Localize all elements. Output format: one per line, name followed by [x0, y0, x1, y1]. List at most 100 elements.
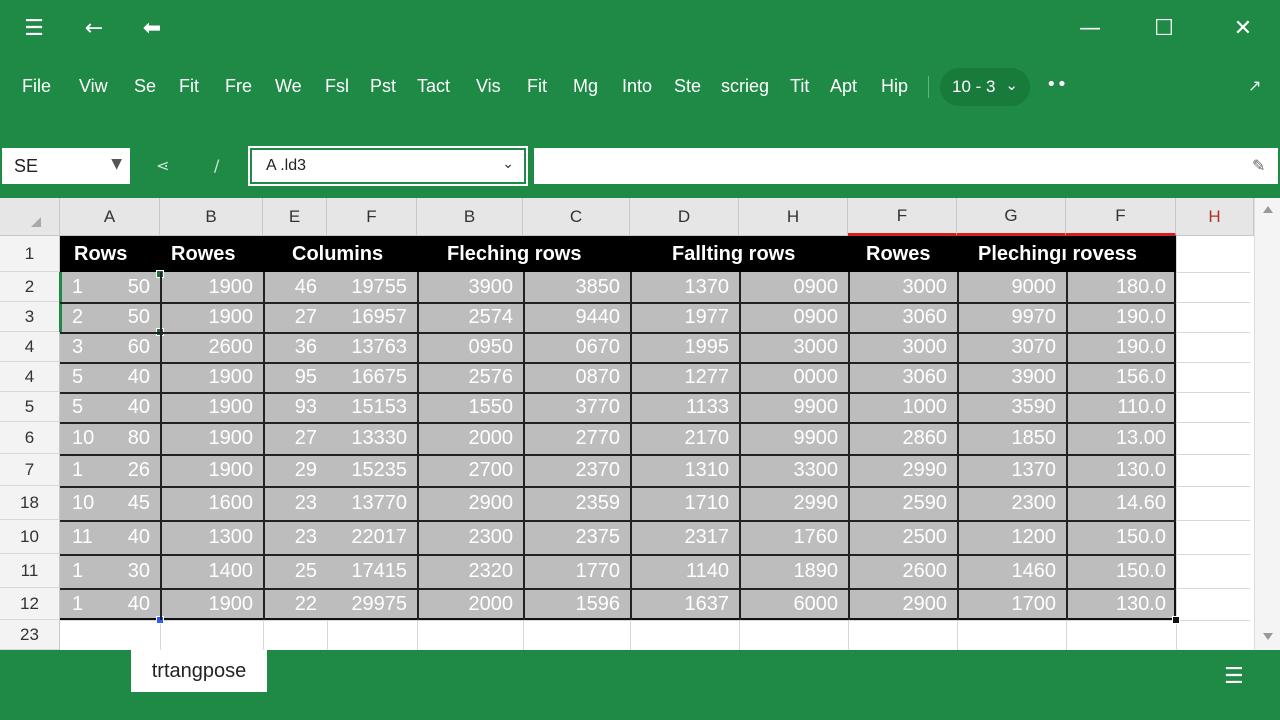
back-arrow-bold-icon[interactable]: ⬅	[136, 12, 168, 44]
table-cell[interactable]: 2600	[160, 332, 263, 362]
table-cell[interactable]: 2370	[523, 454, 630, 486]
table-cell[interactable]: 0000	[739, 362, 848, 392]
menu-item-view[interactable]: Viw	[79, 76, 108, 97]
table-cell[interactable]: 2700	[417, 454, 523, 486]
menu-item-into[interactable]: Into	[622, 76, 652, 97]
table-cell[interactable]: 3770	[523, 392, 630, 422]
table-cell[interactable]: 16675	[327, 362, 417, 392]
table-cell[interactable]: 3060	[848, 302, 957, 332]
table-cell[interactable]: 2590	[848, 486, 957, 520]
table-cell[interactable]: 14.60	[1066, 486, 1176, 520]
table-header-cell[interactable]: Columins	[292, 236, 383, 272]
back-arrow-icon[interactable]: ←	[78, 12, 110, 44]
zoom-dropdown[interactable]: 10 - 3 ⌄	[940, 68, 1030, 106]
table-cell[interactable]: 10	[60, 422, 100, 454]
table-cell[interactable]: 1637	[630, 588, 739, 620]
table-cell[interactable]: 3850	[523, 272, 630, 302]
menu-item-we[interactable]: We	[275, 76, 302, 97]
select-all-corner[interactable]	[0, 198, 60, 236]
row-header[interactable]: 5	[0, 392, 60, 422]
range-corner-handle[interactable]	[1172, 616, 1180, 624]
minimize-icon[interactable]: —	[1074, 12, 1106, 44]
table-cell[interactable]: 80	[100, 422, 160, 454]
table-cell[interactable]: 9000	[957, 272, 1066, 302]
menu-item-fit-2[interactable]: Fit	[527, 76, 547, 97]
table-cell[interactable]: 9900	[739, 392, 848, 422]
table-cell[interactable]: 1370	[957, 454, 1066, 486]
table-cell[interactable]: 95	[263, 362, 327, 392]
menu-item-ste[interactable]: Ste	[674, 76, 701, 97]
table-cell[interactable]: 1900	[160, 362, 263, 392]
table-cell[interactable]: 2990	[848, 454, 957, 486]
table-cell[interactable]: 10	[60, 486, 100, 520]
menu-item-scrieg[interactable]: scrieg	[721, 76, 769, 97]
row-header[interactable]: 4	[0, 362, 60, 392]
table-cell[interactable]: 3000	[739, 332, 848, 362]
table-cell[interactable]: 1460	[957, 554, 1066, 588]
share-icon[interactable]: ⋖	[156, 156, 169, 175]
column-header[interactable]: F	[327, 198, 417, 236]
menu-item-apt[interactable]: Apt	[830, 76, 857, 97]
table-cell[interactable]: 1995	[630, 332, 739, 362]
row-header[interactable]: 7	[0, 454, 60, 486]
table-cell[interactable]: 19755	[327, 272, 417, 302]
table-cell[interactable]: 1977	[630, 302, 739, 332]
table-cell[interactable]: 1400	[160, 554, 263, 588]
table-cell[interactable]: 2170	[630, 422, 739, 454]
table-cell[interactable]: 40	[100, 362, 160, 392]
table-cell[interactable]: 1	[60, 272, 100, 302]
table-cell[interactable]: 2900	[848, 588, 957, 620]
scroll-up-icon[interactable]	[1263, 206, 1273, 213]
row-header[interactable]: 10	[0, 520, 60, 554]
table-cell[interactable]: 1596	[523, 588, 630, 620]
table-cell[interactable]: 3060	[848, 362, 957, 392]
table-header-cell[interactable]: Fleching rows	[447, 236, 581, 272]
table-cell[interactable]: 150.0	[1066, 520, 1176, 554]
table-cell[interactable]: 16957	[327, 302, 417, 332]
table-cell[interactable]: 13.00	[1066, 422, 1176, 454]
table-cell[interactable]: 3900	[957, 362, 1066, 392]
table-cell[interactable]: 26	[100, 454, 160, 486]
table-header-cell[interactable]: Fallting rows	[672, 236, 795, 272]
table-cell[interactable]: 180.0	[1066, 272, 1176, 302]
table-cell[interactable]: 3900	[417, 272, 523, 302]
table-cell[interactable]: 1	[60, 454, 100, 486]
column-header[interactable]: H	[739, 198, 848, 236]
sheet-tab[interactable]: trtangpose	[131, 650, 267, 692]
maximize-icon[interactable]: ☐	[1148, 12, 1180, 44]
table-cell[interactable]: 130.0	[1066, 588, 1176, 620]
table-cell[interactable]: 15153	[327, 392, 417, 422]
vertical-scrollbar[interactable]	[1254, 198, 1280, 650]
table-cell[interactable]: 13770	[327, 486, 417, 520]
table-cell[interactable]: 0870	[523, 362, 630, 392]
table-cell[interactable]: 1770	[523, 554, 630, 588]
table-cell[interactable]: 156.0	[1066, 362, 1176, 392]
table-cell[interactable]: 3070	[957, 332, 1066, 362]
edit-icon[interactable]: /	[214, 156, 219, 175]
menu-item-tit[interactable]: Tit	[790, 76, 809, 97]
column-header[interactable]: A	[60, 198, 160, 236]
menu-item-hip[interactable]: Hip	[881, 76, 908, 97]
table-cell[interactable]: 22017	[327, 520, 417, 554]
table-cell[interactable]: 27	[263, 422, 327, 454]
table-cell[interactable]: 3000	[848, 332, 957, 362]
row-header[interactable]: 12	[0, 588, 60, 620]
table-header-cell[interactable]: Rowes	[866, 236, 930, 272]
table-cell[interactable]: 3	[60, 332, 100, 362]
table-cell[interactable]: 1200	[957, 520, 1066, 554]
row-header[interactable]: 18	[0, 486, 60, 520]
column-header[interactable]: B	[160, 198, 263, 236]
more-options-icon[interactable]: ••	[1046, 74, 1067, 95]
row-header[interactable]: 6	[0, 422, 60, 454]
table-cell[interactable]: 5	[60, 392, 100, 422]
menu-item-mg[interactable]: Mg	[573, 76, 598, 97]
table-cell[interactable]: 2359	[523, 486, 630, 520]
menu-item-pst[interactable]: Pst	[370, 76, 396, 97]
table-cell[interactable]: 2600	[848, 554, 957, 588]
table-cell[interactable]: 27	[263, 302, 327, 332]
table-cell[interactable]: 17415	[327, 554, 417, 588]
table-cell[interactable]: 190.0	[1066, 332, 1176, 362]
table-cell[interactable]: 1900	[160, 272, 263, 302]
name-box[interactable]: SE ▼	[2, 148, 130, 184]
table-cell[interactable]: 130.0	[1066, 454, 1176, 486]
